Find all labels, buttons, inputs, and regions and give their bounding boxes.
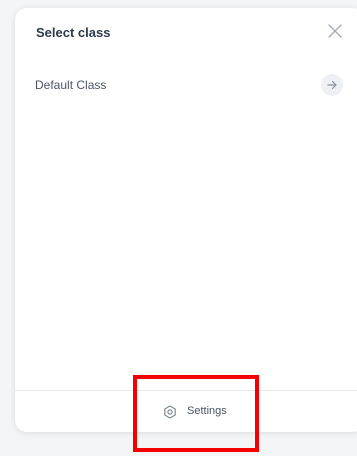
arrow-right-icon: [327, 80, 337, 90]
close-button[interactable]: [327, 23, 343, 39]
class-item-label: Default Class: [35, 78, 107, 92]
gear-icon: [164, 405, 176, 419]
dialog-title: Select class: [36, 25, 111, 40]
app-stage: Select class Default Class Settings: [0, 0, 357, 456]
select-class-dialog: Select class Default Class Settings: [15, 8, 357, 432]
dialog-header: Select class: [15, 8, 357, 58]
close-icon: [328, 24, 342, 38]
class-item-default[interactable]: Default Class: [15, 66, 357, 102]
settings-label: Settings: [187, 405, 227, 417]
settings-button[interactable]: Settings: [161, 401, 235, 423]
footer-divider: [15, 390, 357, 391]
open-class-button[interactable]: [321, 74, 343, 96]
